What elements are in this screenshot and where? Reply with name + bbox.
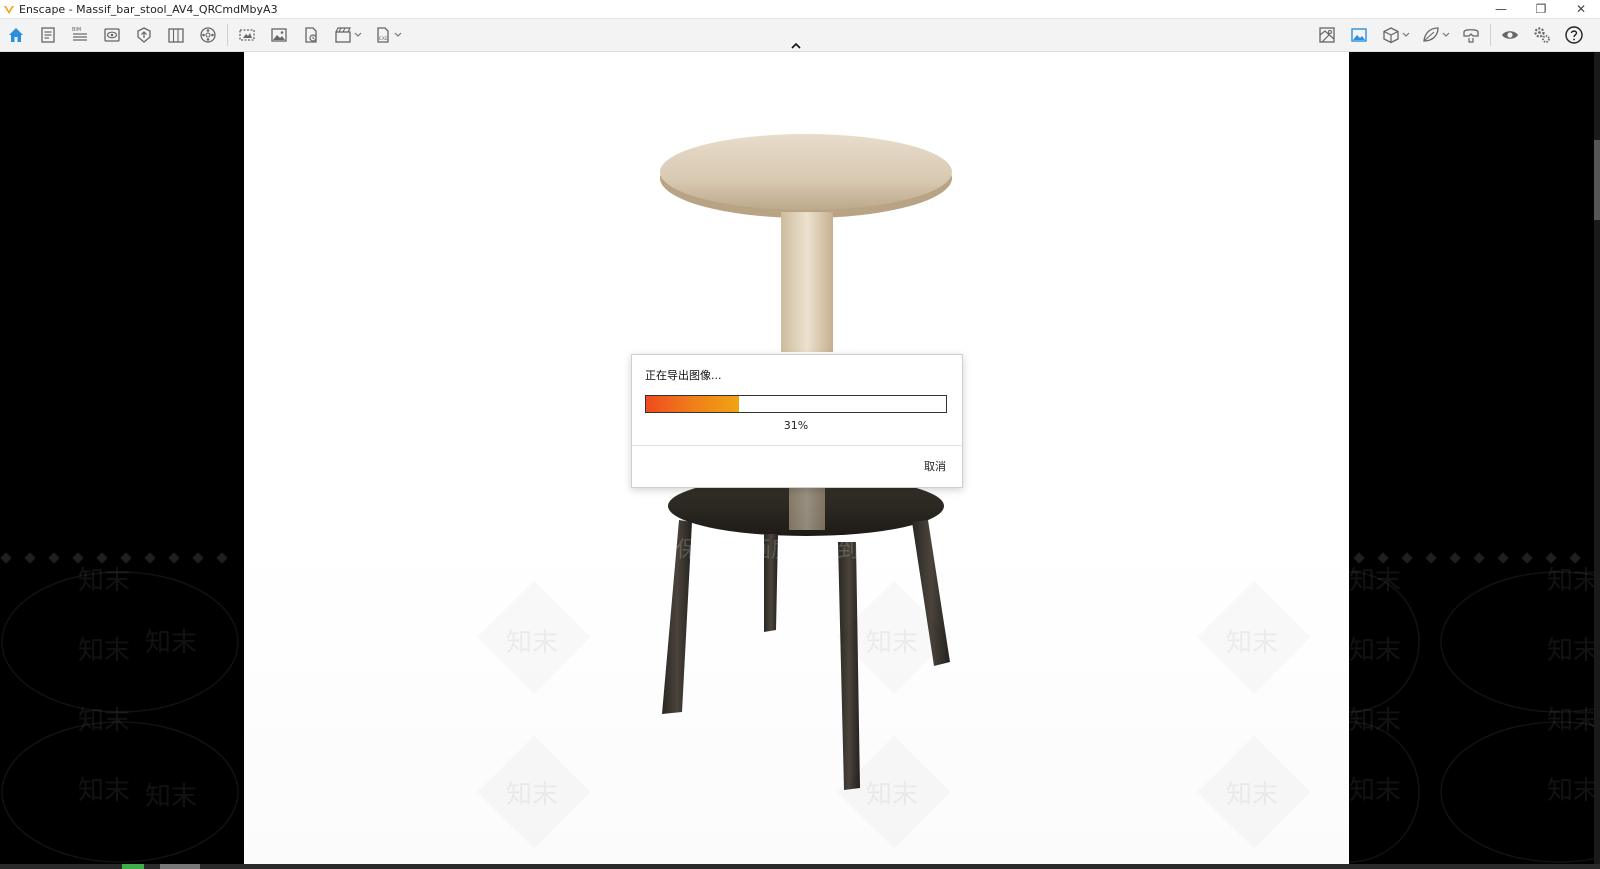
watermark-pattern	[0, 552, 239, 863]
video-export-icon	[335, 27, 351, 43]
collapse-toolbar-button[interactable]	[786, 40, 806, 52]
help-button[interactable]	[1558, 20, 1590, 50]
leaf-dropdown[interactable]	[1441, 20, 1451, 50]
exe-export-dropdown[interactable]	[393, 20, 403, 50]
home-button[interactable]	[0, 20, 32, 50]
watermark-text: 知末	[1349, 776, 1402, 806]
enscape-logo-icon	[3, 3, 15, 15]
viewport-letterbox-left: 知末 知末 知末 知末 知末 知末	[0, 52, 244, 864]
asset-library-button[interactable]	[192, 20, 224, 50]
bim-icon: BIM	[72, 27, 87, 41]
progress-percentage: 31%	[783, 419, 809, 432]
vr-headset-button[interactable]	[1455, 20, 1487, 50]
exe-export-icon: EXE	[377, 27, 389, 43]
upload-button[interactable]	[128, 20, 160, 50]
document-button[interactable]	[32, 20, 64, 50]
restore-button[interactable]: ❐	[1534, 2, 1548, 16]
batch-render-button[interactable]	[295, 20, 327, 50]
help-icon	[1565, 26, 1583, 44]
cube-view-icon	[1383, 27, 1399, 44]
watermark-text: 知末	[506, 780, 559, 810]
window-title: Enscape - Massif_bar_stool_AV4_QRCmdMbyA…	[19, 2, 278, 16]
toolbar-separator	[227, 24, 228, 46]
material-editor-icon	[1319, 27, 1335, 43]
watermark-text: 知末	[1547, 566, 1600, 596]
image-export-icon	[271, 28, 287, 42]
close-button[interactable]: ✕	[1574, 2, 1588, 16]
minimize-button[interactable]: —	[1494, 2, 1508, 16]
progress-fill	[646, 396, 739, 412]
toolbar-separator	[1490, 24, 1491, 46]
watermark-text: 知末	[1547, 636, 1600, 666]
image-view-icon	[1351, 28, 1367, 42]
svg-text:EXE: EXE	[379, 36, 388, 42]
chevron-down-icon	[354, 32, 362, 37]
batch-render-icon	[305, 27, 317, 43]
viewport-letterbox-right: 知末 知末 知末 知末 知末 知末 知末 知末	[1349, 52, 1600, 864]
eye-button[interactable]	[1494, 20, 1526, 50]
bim-button[interactable]: BIM	[64, 20, 96, 50]
scrollbar-thumb[interactable]	[1594, 140, 1600, 220]
watermark-pattern	[1349, 552, 1600, 863]
home-icon	[9, 28, 23, 42]
export-progress-dialog: 正在导出图像... 31% 取消	[631, 354, 963, 488]
toolbar-left-group: BIM EXE	[0, 19, 407, 51]
image-view-button[interactable]	[1343, 20, 1375, 50]
taskbar-indicator	[160, 864, 200, 869]
material-editor-button[interactable]	[1311, 20, 1343, 50]
title-bar: Enscape - Massif_bar_stool_AV4_QRCmdMbyA…	[0, 0, 1600, 19]
cube-view-dropdown[interactable]	[1401, 20, 1411, 50]
document-icon	[41, 27, 55, 43]
eye-icon	[1502, 31, 1518, 39]
watermark-text: 知末	[78, 776, 131, 806]
visual-settings-icon	[104, 28, 120, 42]
watermark-text: 知末	[866, 628, 919, 658]
chevron-down-icon	[1442, 32, 1450, 37]
dialog-divider	[632, 445, 962, 446]
visual-settings-button[interactable]	[96, 20, 128, 50]
watermark-text: 知末	[78, 566, 131, 596]
watermark-text: 知末	[1226, 628, 1279, 658]
screenshot-icon	[239, 29, 255, 41]
bookmarks-icon	[168, 28, 184, 43]
watermark-text: 知末	[1349, 636, 1402, 666]
asset-library-icon	[200, 27, 216, 43]
settings-icon	[1534, 27, 1550, 43]
taskbar-indicator	[122, 864, 144, 869]
image-export-button[interactable]	[263, 20, 295, 50]
watermark-text: 知末	[1226, 780, 1279, 810]
watermark-text: 知末	[1349, 566, 1402, 596]
enscape-window: Enscape - Massif_bar_stool_AV4_QRCmdMbyA…	[0, 0, 1600, 869]
watermark-text: 知末	[145, 782, 198, 812]
video-export-dropdown[interactable]	[353, 20, 363, 50]
chevron-down-icon	[1402, 32, 1410, 37]
bookmarks-button[interactable]	[160, 20, 192, 50]
toolbar-right-group	[1311, 19, 1590, 51]
taskbar-strip	[0, 864, 1600, 869]
watermark-text: 知末	[866, 780, 919, 810]
settings-button[interactable]	[1526, 20, 1558, 50]
window-controls: — ❐ ✕	[1494, 0, 1588, 18]
watermark-text: 知末	[78, 636, 131, 666]
screenshot-button[interactable]	[231, 20, 263, 50]
watermark-text: 知末	[506, 628, 559, 658]
watermark-text: 知末	[78, 706, 131, 736]
upload-icon	[137, 27, 151, 43]
leaf-icon	[1423, 27, 1439, 42]
chevron-up-icon	[791, 42, 801, 49]
watermark-text: 知末	[1547, 706, 1600, 736]
svg-text:BIM: BIM	[72, 27, 81, 33]
watermark-text: 知末	[145, 628, 198, 658]
cancel-button[interactable]: 取消	[924, 458, 946, 474]
export-progress-bar	[645, 395, 947, 413]
watermark-text: 知末	[1547, 776, 1600, 806]
chevron-down-icon	[394, 32, 402, 37]
dialog-title: 正在导出图像...	[645, 369, 722, 382]
watermark-text: 知末	[1349, 706, 1402, 736]
vr-headset-icon	[1463, 29, 1479, 43]
watermark-banner: 印保护区 画质会受到影响	[654, 538, 903, 563]
